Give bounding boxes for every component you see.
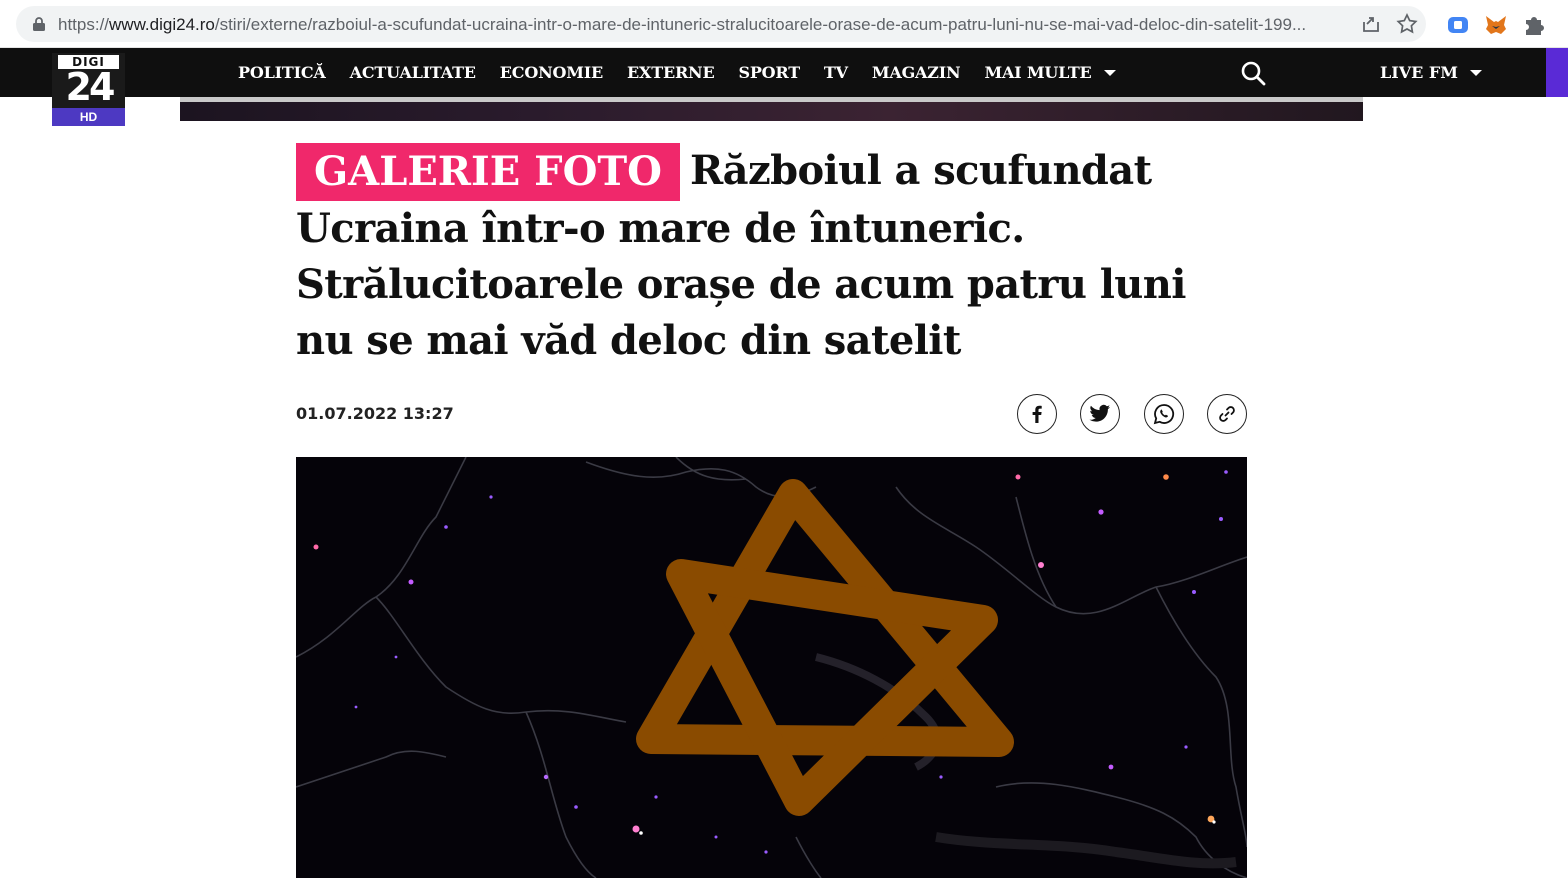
nav-item-mai-multe[interactable]: MAI MULTE — [984, 63, 1116, 82]
whatsapp-icon — [1153, 404, 1175, 425]
share-facebook-button[interactable] — [1017, 394, 1057, 434]
copy-link-button[interactable] — [1207, 394, 1247, 434]
nav-item-tv[interactable]: TV — [824, 63, 848, 82]
logo-number: 24 — [65, 65, 116, 109]
nav-item-economie[interactable]: ECONOMIE — [500, 63, 603, 82]
url-text[interactable]: https://www.digi24.ro/stiri/externe/razb… — [58, 15, 1358, 35]
search-icon[interactable] — [1240, 60, 1266, 86]
main-nav: POLITICĂ ACTUALITATE ECONOMIE EXTERNE SP… — [238, 48, 1140, 97]
lock-icon — [33, 17, 45, 31]
bookmark-star-icon[interactable] — [1396, 13, 1418, 35]
gallery-tag[interactable]: GALERIE FOTO — [296, 143, 681, 201]
chevron-down-icon — [1469, 69, 1482, 76]
satellite-night-map — [296, 457, 1247, 878]
address-bar[interactable]: https://www.digi24.ro/stiri/externe/razb… — [16, 6, 1426, 42]
twitter-icon — [1089, 404, 1111, 422]
article-title-block: GALERIE FOTO Războiul a scufundat Ucraina… — [296, 143, 1251, 369]
nav-item-mai-multe-label: MAI MULTE — [984, 63, 1092, 82]
nav-item-actualitate[interactable]: ACTUALITATE — [350, 63, 476, 82]
logo-main: DIGI 24 — [52, 53, 125, 109]
nav-item-sport[interactable]: SPORT — [738, 63, 800, 82]
header-accent-strip — [1546, 48, 1568, 97]
logo-hd-badge: HD — [52, 108, 125, 126]
digi24-logo[interactable]: DIGI 24 HD — [52, 53, 125, 126]
share-page-icon[interactable] — [1360, 13, 1382, 35]
url-prefix: https:// — [58, 15, 110, 34]
top-banner-ad[interactable] — [180, 97, 1363, 121]
article-hero-image[interactable] — [296, 457, 1247, 878]
metamask-fox-icon[interactable] — [1483, 12, 1509, 38]
url-path: /stiri/externe/razboiul-a-scufundat-ucra… — [214, 15, 1307, 34]
extension-translate-icon[interactable] — [1445, 12, 1471, 38]
share-twitter-button[interactable] — [1080, 394, 1120, 434]
facebook-icon — [1032, 405, 1042, 423]
nav-item-externe[interactable]: EXTERNE — [627, 63, 715, 82]
star-of-david-overlay — [636, 479, 1014, 816]
url-host: www.digi24.ro — [109, 15, 215, 34]
chevron-down-icon — [1103, 69, 1116, 76]
link-icon — [1219, 406, 1235, 422]
extensions-puzzle-icon[interactable] — [1521, 12, 1547, 38]
article-date: 01.07.2022 13:27 — [296, 404, 454, 423]
browser-toolbar: https://www.digi24.ro/stiri/externe/razb… — [0, 0, 1568, 48]
nav-item-magazin[interactable]: MAGAZIN — [872, 63, 961, 82]
nav-item-politica[interactable]: POLITICĂ — [238, 63, 326, 82]
live-fm-button[interactable]: LIVE FM — [1380, 48, 1482, 97]
share-whatsapp-button[interactable] — [1144, 394, 1184, 434]
live-fm-label: LIVE FM — [1380, 63, 1458, 82]
coastline — [935, 832, 1237, 869]
